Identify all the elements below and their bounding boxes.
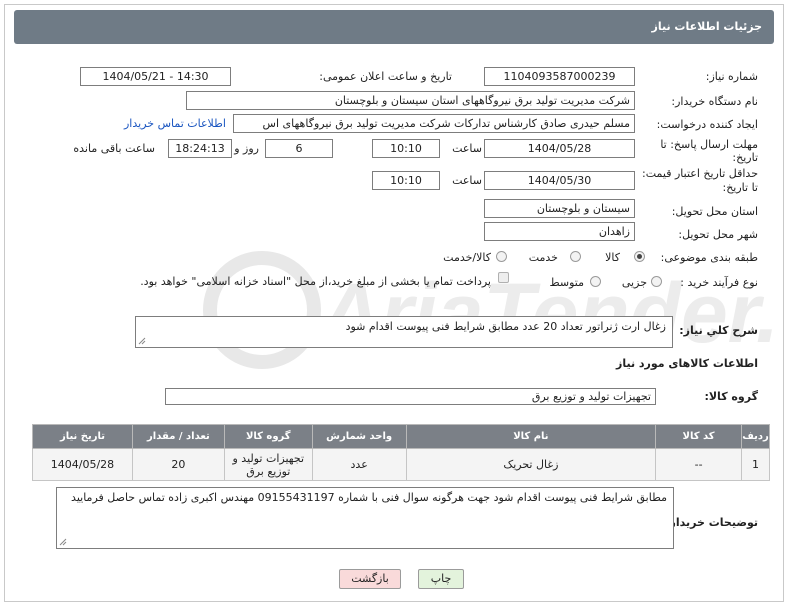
province-label: استان محل تحویل: bbox=[671, 205, 758, 218]
reply-date-field[interactable]: 1404/05/28 bbox=[484, 139, 635, 158]
reply-deadline-label-date: تاریخ: bbox=[732, 151, 758, 164]
need-number-field[interactable]: 1104093587000239 bbox=[484, 67, 635, 86]
cell-need-date: 1404/05/28 bbox=[32, 448, 133, 481]
buyer-notes-text: مطابق شرایط فنی پیوست اقدام شود جهت هرگو… bbox=[71, 491, 667, 504]
category-radio-goods-service[interactable] bbox=[496, 251, 507, 262]
reply-time-label: ساعت bbox=[452, 142, 482, 155]
buyer-notes-label: توضیحات خریدار: bbox=[665, 516, 758, 529]
items-table: ردیف کد کالا نام کالا واحد شمارش گروه کا… bbox=[32, 424, 770, 481]
remaining-label: ساعت باقی مانده bbox=[73, 142, 155, 155]
creator-label: ایجاد کننده درخواست: bbox=[656, 118, 758, 131]
col-group: گروه کالا bbox=[223, 424, 313, 449]
col-need-date: تاریخ نیاز bbox=[32, 424, 133, 449]
process-radio-minor[interactable] bbox=[651, 276, 662, 287]
treasury-checkbox[interactable] bbox=[498, 272, 509, 283]
category-label: طبقه بندی موضوعی: bbox=[660, 251, 758, 264]
goods-info-title: اطلاعات کالاهای مورد نیاز bbox=[616, 357, 758, 370]
table-header-row: ردیف کد کالا نام کالا واحد شمارش گروه کا… bbox=[32, 424, 770, 449]
process-option-medium: متوسط bbox=[549, 276, 584, 289]
print-button[interactable]: چاپ bbox=[418, 569, 464, 589]
cell-quantity: 20 bbox=[131, 448, 225, 481]
announce-label: تاریخ و ساعت اعلان عمومی: bbox=[319, 70, 452, 83]
process-label: نوع فرآیند خرید : bbox=[680, 276, 758, 289]
col-quantity: تعداد / مقدار bbox=[131, 424, 225, 449]
category-radio-service[interactable] bbox=[570, 251, 581, 262]
need-number-label: شماره نیاز: bbox=[705, 70, 758, 83]
category-option-service: خدمت bbox=[528, 251, 558, 264]
back-button[interactable]: بازگشت bbox=[339, 569, 401, 589]
page-title: جزئیات اطلاعات نیاز bbox=[14, 10, 774, 44]
goods-group-label: گروه کالا: bbox=[704, 390, 758, 403]
col-row-number: ردیف bbox=[741, 424, 770, 449]
city-label: شهر محل تحویل: bbox=[678, 228, 758, 241]
price-time-label: ساعت bbox=[452, 174, 482, 187]
buyer-org-field[interactable]: شرکت مدیریت تولید برق نیروگاههای استان س… bbox=[186, 91, 635, 110]
announce-field[interactable]: 1404/05/21 - 14:30 bbox=[80, 67, 231, 86]
col-item-name: نام کالا bbox=[405, 424, 657, 449]
price-date-field[interactable]: 1404/05/30 bbox=[484, 171, 635, 190]
days-field[interactable]: 6 bbox=[265, 139, 333, 158]
description-textarea[interactable]: زغال ارت ژنراتور تعداد 20 عدد مطابق شرای… bbox=[135, 316, 673, 348]
reply-time-field[interactable]: 10:10 bbox=[372, 139, 440, 158]
description-text: زغال ارت ژنراتور تعداد 20 عدد مطابق شرای… bbox=[345, 320, 666, 333]
province-field[interactable]: سیستان و بلوچستان bbox=[484, 199, 635, 218]
cell-group: تجهیزات تولید و توزیع برق bbox=[223, 448, 313, 481]
process-option-minor: جزیی bbox=[621, 276, 647, 289]
price-time-field[interactable]: 10:10 bbox=[372, 171, 440, 190]
col-unit: واحد شمارش bbox=[311, 424, 407, 449]
category-radio-goods[interactable] bbox=[634, 251, 645, 262]
city-field[interactable]: زاهدان bbox=[484, 222, 635, 241]
buyer-notes-textarea[interactable]: مطابق شرایط فنی پیوست اقدام شود جهت هرگو… bbox=[56, 487, 674, 549]
reply-deadline-label: مهلت ارسال پاسخ: تا bbox=[660, 138, 758, 151]
process-radio-medium[interactable] bbox=[590, 276, 601, 287]
resize-grip-icon[interactable] bbox=[138, 337, 146, 345]
description-label: شرح کلي نياز: bbox=[679, 324, 758, 337]
goods-group-field[interactable]: تجهیزات تولید و توزیع برق bbox=[165, 388, 656, 405]
price-deadline-label: حداقل تاریخ اعتبار قیمت: bbox=[642, 167, 758, 180]
category-option-goods-service: کالا/خدمت bbox=[443, 251, 491, 264]
table-row[interactable]: 1 -- زغال تحریک عدد تجهیزات تولید و توزی… bbox=[32, 448, 770, 481]
cell-item-name: زغال تحریک bbox=[405, 448, 657, 481]
cell-unit: عدد bbox=[311, 448, 407, 481]
buyer-org-label: نام دستگاه خریدار: bbox=[671, 95, 758, 108]
category-option-goods: کالا bbox=[605, 251, 620, 264]
creator-field[interactable]: مسلم حیدری صادق کارشناس تدارکات شرکت مدی… bbox=[233, 114, 635, 133]
cell-item-code: -- bbox=[655, 448, 743, 481]
cell-row-number: 1 bbox=[741, 448, 770, 481]
col-item-code: کد کالا bbox=[655, 424, 743, 449]
buyer-contact-link[interactable]: اطلاعات تماس خریدار bbox=[124, 117, 226, 130]
price-deadline-label-date: تا تاریخ: bbox=[722, 181, 758, 194]
remaining-time-field[interactable]: 18:24:13 bbox=[168, 139, 232, 158]
days-label: روز و bbox=[234, 142, 259, 155]
resize-grip-icon[interactable] bbox=[59, 538, 67, 546]
payment-note: پرداخت تمام یا بخشی از مبلغ خرید،از محل … bbox=[140, 275, 491, 288]
